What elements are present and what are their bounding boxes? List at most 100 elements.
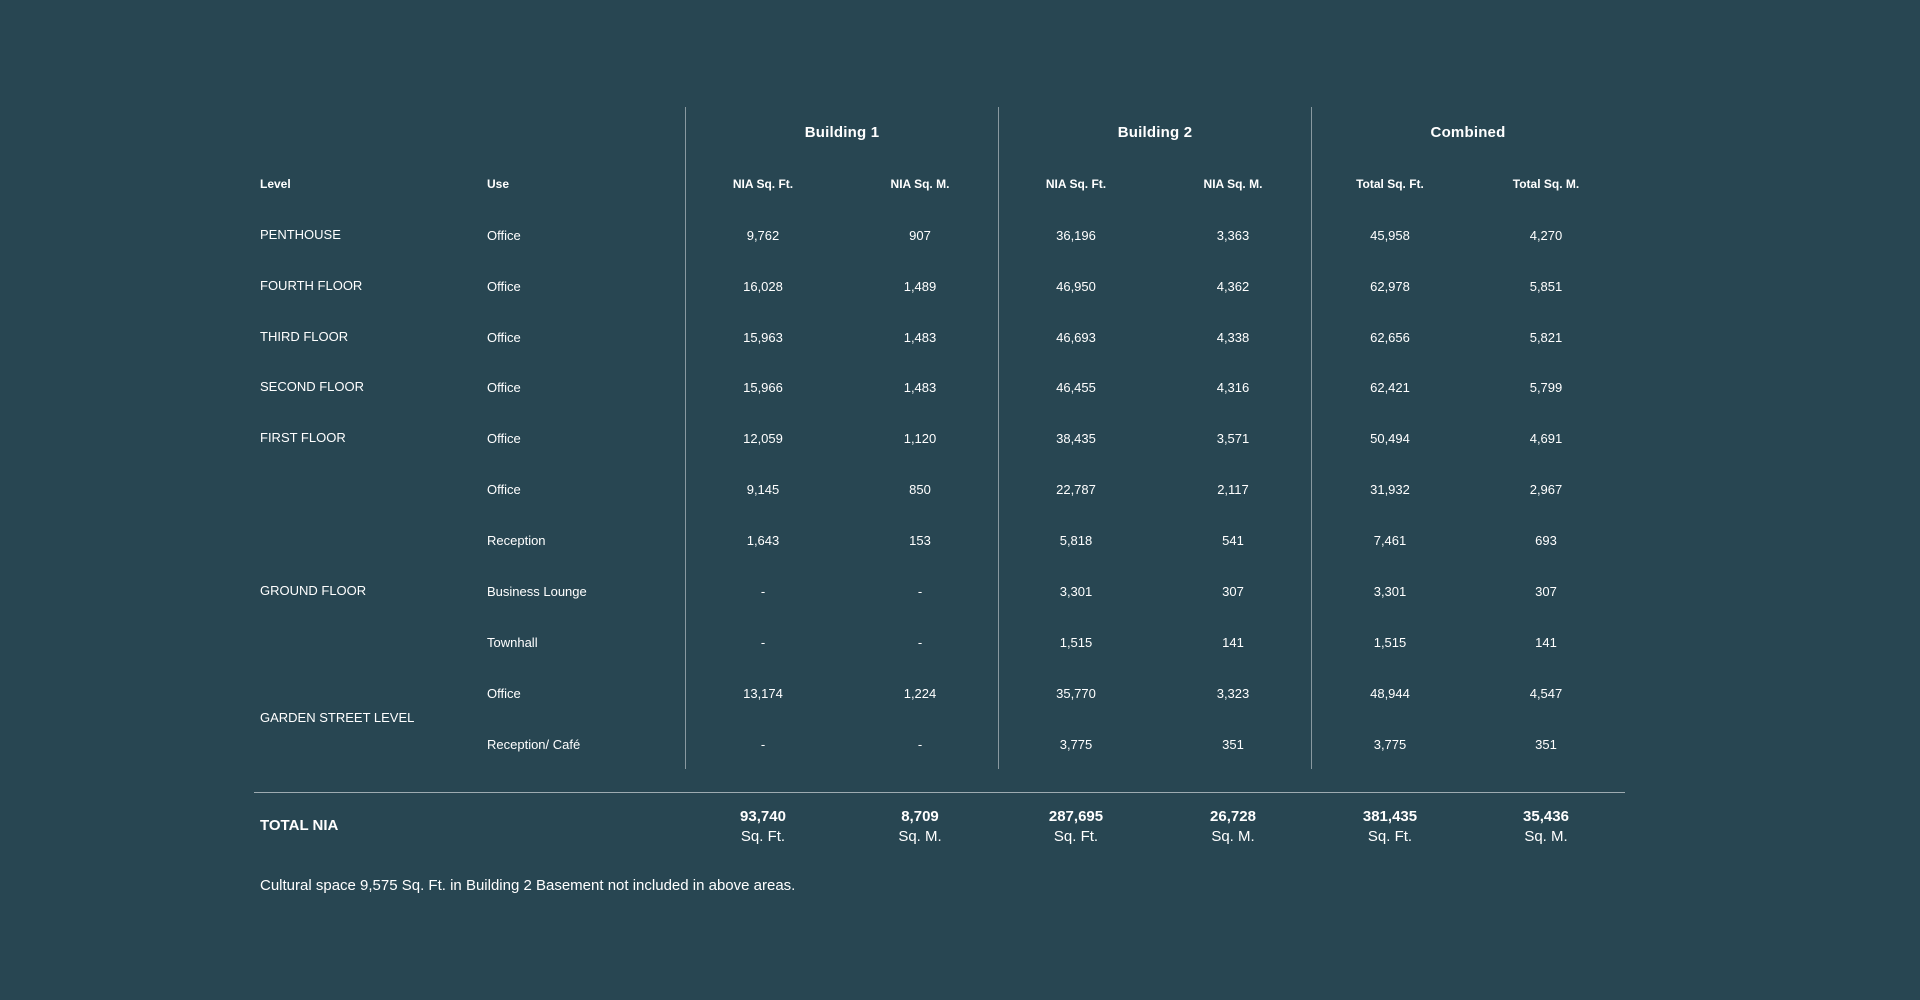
use-cell: Office bbox=[487, 686, 521, 701]
value-cell: 5,851 bbox=[1529, 279, 1563, 294]
column-header-b2-sqft: NIA Sq. Ft. bbox=[1045, 177, 1107, 191]
total-unit: Sq. M. bbox=[1524, 828, 1568, 845]
value-cell: 9,762 bbox=[746, 228, 780, 243]
value-cell: 307 bbox=[1535, 584, 1557, 599]
column-header-level: Level bbox=[260, 177, 291, 191]
value-cell: 5,818 bbox=[1059, 533, 1093, 548]
use-cell: Business Lounge bbox=[487, 584, 587, 599]
value-cell: - bbox=[760, 737, 766, 752]
column-header-b2-sqm: NIA Sq. M. bbox=[1203, 177, 1263, 191]
value-cell: 3,775 bbox=[1373, 737, 1407, 752]
value-cell: - bbox=[760, 584, 766, 599]
value-cell: 4,270 bbox=[1529, 228, 1563, 243]
value-cell: - bbox=[760, 635, 766, 650]
column-header-total-sqft: Total Sq. Ft. bbox=[1356, 177, 1424, 191]
level-label: PENTHOUSE bbox=[260, 227, 341, 242]
value-cell: 5,799 bbox=[1529, 380, 1563, 395]
footnote: Cultural space 9,575 Sq. Ft. in Building… bbox=[260, 877, 796, 894]
total-value: 381,435 bbox=[1362, 808, 1418, 825]
value-cell: 22,787 bbox=[1056, 482, 1096, 497]
value-cell: 12,059 bbox=[743, 431, 783, 446]
total-value: 26,728 bbox=[1210, 808, 1256, 825]
level-label: SECOND FLOOR bbox=[260, 379, 365, 394]
area-schedule-table: Building 1 Building 2 Combined Level Use… bbox=[0, 0, 1920, 1000]
column-header-b1-sqft: NIA Sq. Ft. bbox=[732, 177, 794, 191]
value-cell: 13,174 bbox=[743, 686, 783, 701]
value-cell: 4,362 bbox=[1216, 279, 1250, 294]
value-cell: 1,224 bbox=[903, 686, 937, 701]
value-cell: 31,932 bbox=[1370, 482, 1410, 497]
total-nia-label: TOTAL NIA bbox=[260, 817, 339, 834]
value-cell: 3,363 bbox=[1216, 228, 1250, 243]
column-header-total-sqm: Total Sq. M. bbox=[1512, 177, 1580, 191]
value-cell: 693 bbox=[1535, 533, 1557, 548]
use-cell: Office bbox=[487, 330, 521, 345]
total-value: 93,740 bbox=[740, 808, 786, 825]
use-cell: Office bbox=[487, 228, 521, 243]
value-cell: 3,323 bbox=[1216, 686, 1250, 701]
value-cell: 3,775 bbox=[1059, 737, 1093, 752]
value-cell: 15,966 bbox=[743, 380, 783, 395]
value-cell: - bbox=[917, 737, 923, 752]
group-header-combined: Combined bbox=[1430, 124, 1506, 141]
level-label: FIRST FLOOR bbox=[260, 430, 346, 445]
level-label: FOURTH FLOOR bbox=[260, 278, 363, 293]
column-divider-building-1 bbox=[685, 107, 686, 769]
value-cell: 7,461 bbox=[1373, 533, 1407, 548]
level-label: THIRD FLOOR bbox=[260, 329, 349, 344]
value-cell: 3,301 bbox=[1059, 584, 1093, 599]
total-value: 35,436 bbox=[1523, 808, 1569, 825]
use-cell: Reception bbox=[487, 533, 546, 548]
use-cell: Townhall bbox=[487, 635, 538, 650]
value-cell: 153 bbox=[909, 533, 931, 548]
value-cell: 9,145 bbox=[746, 482, 780, 497]
value-cell: 62,978 bbox=[1370, 279, 1410, 294]
total-combined-sqm: 35,436 Sq. M. bbox=[1476, 807, 1616, 847]
total-unit: Sq. M. bbox=[898, 828, 942, 845]
use-cell: Office bbox=[487, 380, 521, 395]
value-cell: 48,944 bbox=[1370, 686, 1410, 701]
value-cell: 1,515 bbox=[1059, 635, 1093, 650]
total-unit: Sq. Ft. bbox=[740, 828, 786, 845]
value-cell: 3,301 bbox=[1373, 584, 1407, 599]
total-unit: Sq. Ft. bbox=[1367, 828, 1413, 845]
level-label: GARDEN STREET LEVEL bbox=[260, 710, 415, 725]
value-cell: 907 bbox=[909, 228, 931, 243]
value-cell: 15,963 bbox=[743, 330, 783, 345]
value-cell: 4,691 bbox=[1529, 431, 1563, 446]
value-cell: 16,028 bbox=[743, 279, 783, 294]
value-cell: 2,117 bbox=[1217, 482, 1249, 497]
value-cell: 46,950 bbox=[1056, 279, 1096, 294]
total-combined-sqft: 381,435 Sq. Ft. bbox=[1320, 807, 1460, 847]
value-cell: 3,571 bbox=[1216, 431, 1250, 446]
value-cell: 38,435 bbox=[1056, 431, 1096, 446]
total-unit: Sq. Ft. bbox=[1053, 828, 1099, 845]
column-divider-combined bbox=[1311, 107, 1312, 769]
total-value: 287,695 bbox=[1048, 808, 1104, 825]
use-cell: Reception/ Café bbox=[487, 737, 581, 752]
column-header-b1-sqm: NIA Sq. M. bbox=[890, 177, 950, 191]
value-cell: 1,489 bbox=[903, 279, 937, 294]
total-divider bbox=[254, 792, 1625, 793]
value-cell: 36,196 bbox=[1056, 228, 1096, 243]
total-value: 8,709 bbox=[901, 808, 939, 825]
total-unit: Sq. M. bbox=[1211, 828, 1255, 845]
value-cell: 35,770 bbox=[1056, 686, 1096, 701]
value-cell: 62,421 bbox=[1370, 380, 1410, 395]
column-divider-building-2 bbox=[998, 107, 999, 769]
value-cell: 46,455 bbox=[1056, 380, 1096, 395]
value-cell: 141 bbox=[1535, 635, 1557, 650]
value-cell: 2,967 bbox=[1529, 482, 1563, 497]
use-cell: Office bbox=[487, 482, 521, 497]
value-cell: 1,120 bbox=[903, 431, 937, 446]
value-cell: 850 bbox=[909, 482, 931, 497]
value-cell: 141 bbox=[1222, 635, 1244, 650]
value-cell: 4,547 bbox=[1529, 686, 1563, 701]
value-cell: 1,643 bbox=[746, 533, 780, 548]
value-cell: 541 bbox=[1222, 533, 1244, 548]
value-cell: 45,958 bbox=[1370, 228, 1410, 243]
total-b1-sqft: 93,740 Sq. Ft. bbox=[693, 807, 833, 847]
group-header-building-1: Building 1 bbox=[804, 124, 880, 141]
use-cell: Office bbox=[487, 431, 521, 446]
value-cell: 46,693 bbox=[1056, 330, 1096, 345]
